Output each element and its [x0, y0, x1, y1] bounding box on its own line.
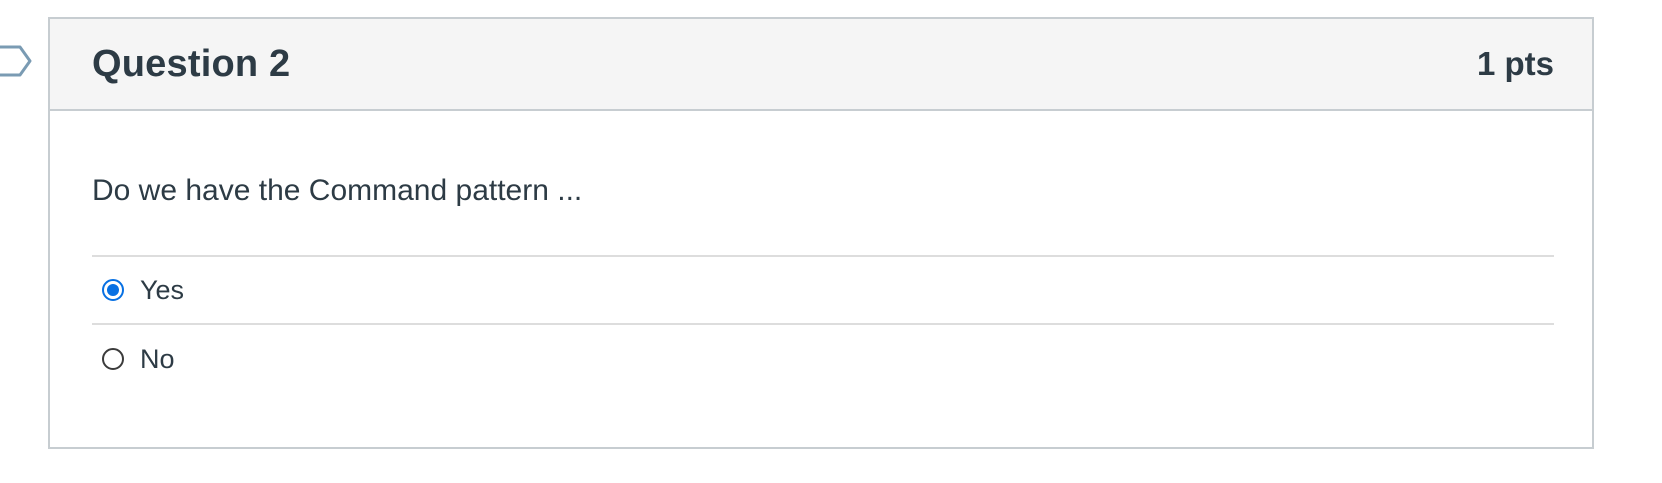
answer-label-no[interactable]: No	[140, 344, 175, 375]
question-title: Question 2	[92, 42, 291, 85]
quiz-page: Question 2 1 pts Do we have the Command …	[0, 0, 1662, 483]
question-text: Do we have the Command pattern ...	[92, 174, 583, 207]
answer-label-yes[interactable]: Yes	[140, 275, 184, 306]
answer-list: Yes No	[92, 255, 1554, 393]
flag-question-icon[interactable]	[0, 43, 34, 79]
answer-option-yes[interactable]: Yes	[92, 257, 1554, 325]
question-body: Do we have the Command pattern ... Yes N…	[50, 111, 1592, 393]
question-header: Question 2 1 pts	[50, 19, 1592, 111]
answer-option-no[interactable]: No	[92, 325, 1554, 393]
question-points: 1 pts	[1476, 45, 1554, 82]
radio-button-no[interactable]	[102, 348, 124, 370]
radio-button-yes[interactable]	[102, 279, 124, 301]
question-card: Question 2 1 pts Do we have the Command …	[48, 17, 1594, 449]
